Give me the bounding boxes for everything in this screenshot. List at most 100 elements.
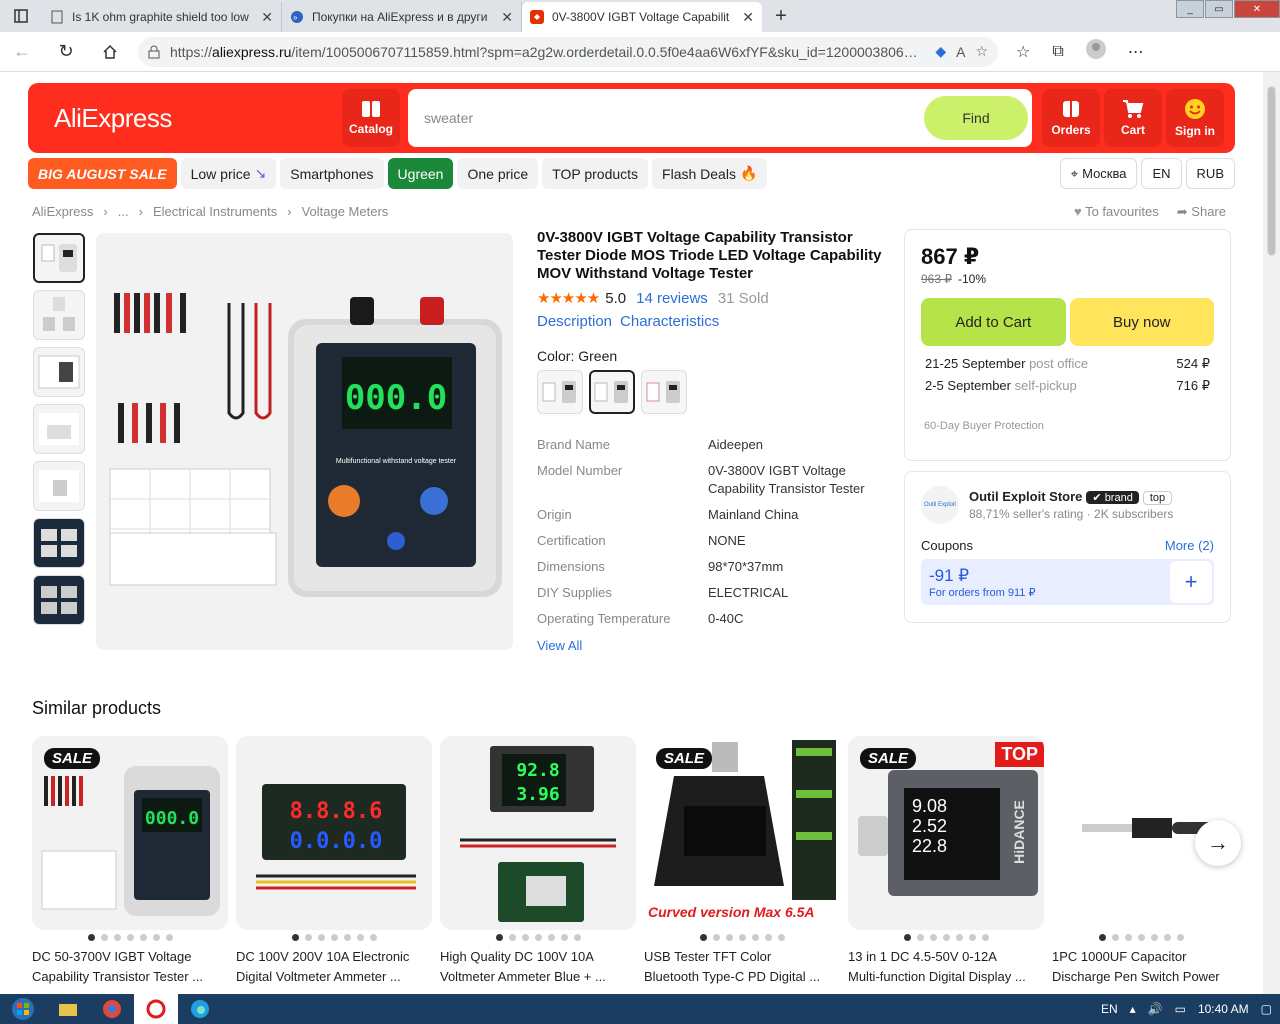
reload-button[interactable]: ↻ <box>44 41 88 62</box>
home-icon <box>103 44 117 59</box>
collections-icon[interactable]: ⧉ <box>1052 43 1063 61</box>
main-product-image[interactable]: 000.0 Multifunctional withstand voltage … <box>96 233 513 650</box>
view-all-link[interactable]: View All <box>537 638 882 653</box>
chrome-icon[interactable] <box>90 994 134 1024</box>
clock[interactable]: 10:40 AM <box>1198 1002 1249 1016</box>
thumbnail[interactable] <box>33 518 85 568</box>
new-tab-button[interactable]: + <box>766 3 796 29</box>
product-card[interactable]: 1PC 1000UF Capacitor Discharge Pen Switc… <box>1052 736 1230 987</box>
product-card[interactable]: 8.8.8.6 0.0.0.0 DC 100V 200V 10A Electron… <box>236 736 432 987</box>
close-tab-icon[interactable]: ✕ <box>501 9 513 26</box>
opera-icon[interactable] <box>134 994 178 1024</box>
similar-products-list: 000.0 SALE DC 50-3700V IGBT Voltage Capa… <box>32 736 1230 987</box>
find-button[interactable]: Find <box>924 96 1028 140</box>
buy-now-button[interactable]: Buy now <box>1069 298 1214 346</box>
url-bar[interactable]: https://aliexpress.ru/item/1005006707115… <box>138 36 998 67</box>
top-ribbon: TOP <box>995 742 1044 767</box>
chevron-up-icon[interactable]: ▴ <box>1130 1002 1136 1016</box>
more-menu-icon[interactable]: ⋯ <box>1128 42 1144 62</box>
chip-ugreen[interactable]: Ugreen <box>387 158 454 189</box>
breadcrumb-item[interactable]: Electrical Instruments <box>153 204 277 219</box>
close-tab-icon[interactable]: ✕ <box>742 9 754 26</box>
more-coupons-link[interactable]: More (2) <box>1165 538 1214 553</box>
page-scrollbar[interactable] <box>1263 72 1280 994</box>
product-card[interactable]: 92.8 3.96 High Quality DC 100V 10A Voltme… <box>440 736 636 987</box>
browser-tab[interactable]: » Покупки на AliExpress и в други ✕ <box>282 2 522 32</box>
city-selector[interactable]: ⌖ Москва <box>1059 158 1138 189</box>
profile-avatar[interactable] <box>1085 39 1106 64</box>
store-logo[interactable]: Outil Exploit <box>921 486 959 524</box>
chip-big-sale[interactable]: BIG AUGUST SALE <box>28 158 177 189</box>
back-button[interactable]: ← <box>0 41 44 62</box>
catalog-button[interactable]: Catalog <box>342 89 400 147</box>
address-toolbar: ← ↻ https://aliexpress.ru/item/100500670… <box>0 32 1280 72</box>
language-selector[interactable]: EN <box>1141 158 1182 189</box>
orders-button[interactable]: Orders <box>1042 89 1100 147</box>
add-coupon-button[interactable]: + <box>1170 561 1212 603</box>
product-card[interactable]: SALE Curved version Max 6.5A USB Tester … <box>644 736 840 987</box>
read-aloud-icon[interactable]: A <box>956 44 965 60</box>
aliexpress-logo[interactable]: AliExpress <box>54 103 342 134</box>
close-tab-icon[interactable]: ✕ <box>261 9 273 26</box>
thumbnail[interactable] <box>33 290 85 340</box>
breadcrumb: AliExpress › ... › Electrical Instruments ›… <box>32 204 389 219</box>
home-button[interactable] <box>88 44 132 60</box>
thumbnail[interactable] <box>33 575 85 625</box>
network-icon[interactable]: ▭ <box>1175 1002 1186 1016</box>
product-card[interactable]: 9.08 2.52 22.8 HiDANCE SALE TOP 13 in 1 DC … <box>848 736 1044 987</box>
panel-text: Multifunctional withstand voltage tester <box>336 458 457 465</box>
share-button[interactable]: ➦ Share <box>1177 204 1226 220</box>
chip-smartphones[interactable]: Smartphones <box>280 158 384 189</box>
description-link[interactable]: Description <box>537 313 612 330</box>
add-favorite-icon[interactable]: ☆ <box>975 43 988 60</box>
shipping-option[interactable]: 2-5 September self-pickup 716 ₽ <box>921 378 1214 394</box>
tab-actions-button[interactable] <box>0 0 42 32</box>
close-window-button[interactable]: ✕ <box>1234 0 1280 18</box>
thumbnail[interactable] <box>33 233 85 283</box>
minimize-button[interactable]: _ <box>1176 0 1204 18</box>
reviews-link[interactable]: 14 reviews <box>636 290 708 307</box>
extension-icon[interactable]: ◆ <box>935 43 946 60</box>
thumbnail[interactable] <box>33 404 85 454</box>
breadcrumb-item[interactable]: Voltage Meters <box>302 204 389 219</box>
volume-icon[interactable]: 🔊 <box>1148 1002 1163 1016</box>
color-label: Color: Green <box>537 348 618 364</box>
cart-button[interactable]: Cart <box>1104 89 1162 147</box>
notifications-icon[interactable]: ▢ <box>1261 1002 1272 1016</box>
favourites-button[interactable]: ♥ To favourites <box>1074 204 1159 220</box>
sign-in-button[interactable]: Sign in <box>1166 89 1224 147</box>
add-to-cart-button[interactable]: Add to Cart <box>921 298 1066 346</box>
thumbnail[interactable] <box>33 347 85 397</box>
language-indicator[interactable]: EN <box>1101 1002 1118 1016</box>
windows-taskbar: EN ▴ 🔊 ▭ 10:40 AM ▢ <box>0 994 1280 1024</box>
carousel-next-arrow-icon[interactable]: → <box>1195 820 1241 866</box>
favorites-icon[interactable]: ☆ <box>1016 42 1030 62</box>
variant-option[interactable] <box>537 370 583 414</box>
tab-actions-icon <box>14 9 28 23</box>
shipping-option[interactable]: 21-25 September post office 524 ₽ <box>921 356 1214 372</box>
coupon-card[interactable]: -91 ₽ For orders from 911 ₽ + <box>921 559 1214 605</box>
variant-option-selected[interactable] <box>589 370 635 414</box>
chip-top-products[interactable]: TOP products <box>542 158 649 189</box>
browser-tab-active[interactable]: 0V-3800V IGBT Voltage Capabilit ✕ <box>522 2 762 32</box>
product-card-title: 13 in 1 DC 4.5-50V 0-12A <box>848 949 997 964</box>
browser-tab[interactable]: Is 1K ohm graphite shield too low ✕ <box>42 2 282 32</box>
file-explorer-icon[interactable] <box>46 994 90 1024</box>
chip-flash-deals[interactable]: Flash Deals 🔥 <box>652 158 768 189</box>
tab-title: 0V-3800V IGBT Voltage Capabilit <box>552 10 730 24</box>
start-button[interactable] <box>0 994 46 1024</box>
characteristics-link[interactable]: Characteristics <box>620 313 719 330</box>
breadcrumb-item[interactable]: AliExpress <box>32 204 93 219</box>
store-name[interactable]: Outil Exploit Store <box>969 489 1082 504</box>
variant-option[interactable] <box>641 370 687 414</box>
thumbnail[interactable] <box>33 461 85 511</box>
product-card[interactable]: 000.0 SALE DC 50-3700V IGBT Voltage Capa… <box>32 736 228 987</box>
edge-icon[interactable] <box>178 994 222 1024</box>
svg-text:HiDANCE: HiDANCE <box>1011 800 1027 864</box>
currency-selector[interactable]: RUB <box>1185 158 1235 189</box>
maximize-button[interactable]: ▭ <box>1205 0 1233 18</box>
search-input[interactable] <box>424 110 924 126</box>
chip-one-price[interactable]: One price <box>457 158 539 189</box>
breadcrumb-item[interactable]: ... <box>118 204 129 219</box>
chip-low-price[interactable]: Low price ↘ <box>180 158 277 189</box>
